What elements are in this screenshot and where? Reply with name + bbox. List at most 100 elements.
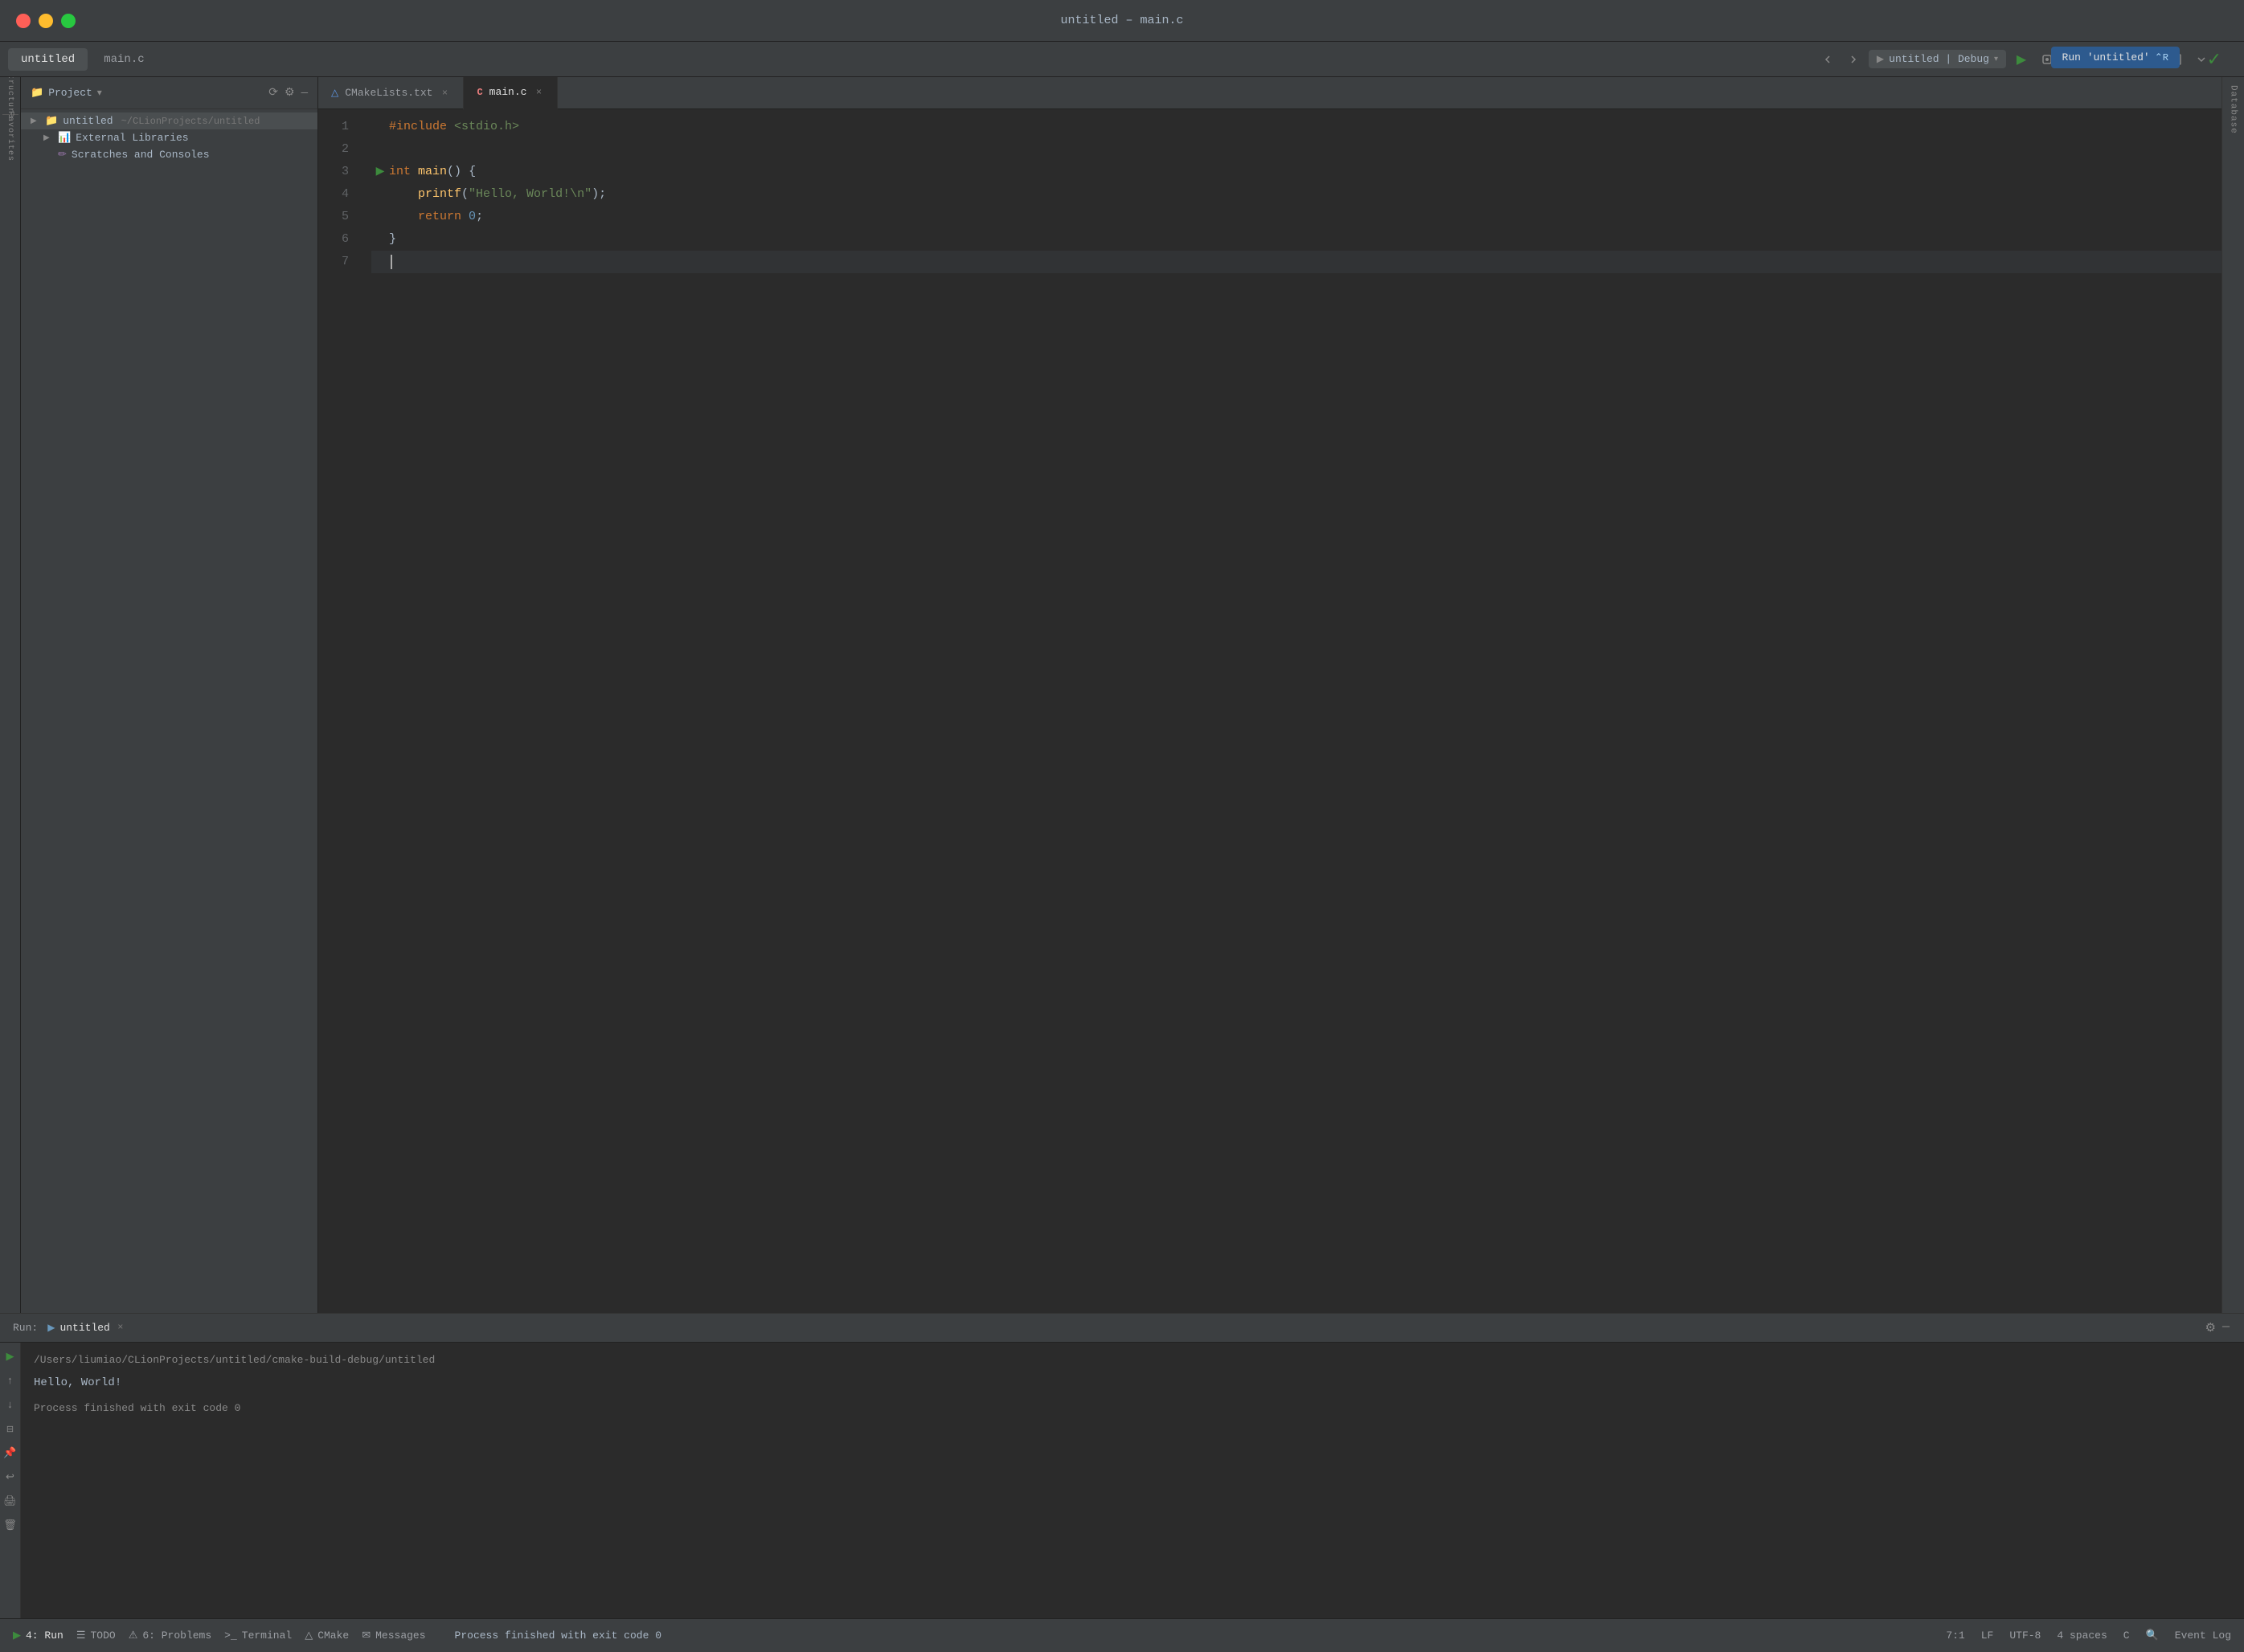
run-status-icon: ▶: [13, 1630, 21, 1642]
tree-libs-label: External Libraries: [76, 132, 188, 144]
tab-cmake[interactable]: △ CMakeLists.txt ×: [318, 77, 464, 109]
navigate-forward-button[interactable]: [1843, 49, 1864, 70]
project-sidebar: 📁 Project ▾ ⟳ ⚙ — ▶ 📁 untitled ~/CLionPr…: [21, 77, 318, 1313]
settings-icon[interactable]: ⚙: [2205, 1320, 2216, 1335]
console-scroll-up-btn[interactable]: ↑: [2, 1373, 18, 1389]
close-button[interactable]: [16, 14, 31, 28]
status-messages-label: Messages: [375, 1630, 425, 1642]
window-title: untitled – main.c: [1060, 14, 1183, 27]
run-shortcut: ⌃R: [2155, 51, 2168, 63]
console-scroll-down-btn[interactable]: ↓: [2, 1397, 18, 1413]
run-config-icon: ▶: [1877, 53, 1884, 65]
run-icon: ▶: [47, 1322, 55, 1334]
minimize-panel-icon[interactable]: —: [2222, 1320, 2230, 1335]
app-tab-mainc[interactable]: main.c: [91, 48, 157, 71]
database-panel: Database: [2221, 77, 2244, 1313]
status-indent[interactable]: 4 spaces: [2057, 1630, 2107, 1642]
expand-arrow-libs-icon: ▶: [43, 133, 53, 143]
console-split-btn[interactable]: ⊟: [2, 1421, 18, 1437]
code-editor[interactable]: 1 2 3 4 5 6 7 #include <stdio.h>: [318, 109, 2221, 1313]
status-cursor[interactable]: 7:1: [1946, 1630, 1964, 1642]
cmake-icon: △: [305, 1630, 313, 1642]
titlebar: untitled – main.c: [0, 0, 2244, 42]
terminal-icon: >_: [224, 1630, 237, 1642]
status-problems[interactable]: ⚠ 6: Problems: [129, 1630, 211, 1642]
run-gutter-3[interactable]: ▶: [371, 161, 389, 183]
run-tab-name: untitled: [59, 1322, 109, 1334]
tab-mainc-close[interactable]: ×: [533, 87, 544, 98]
console-process-msg: Process finished with exit code 0: [34, 1399, 2231, 1418]
status-problems-label: 6: Problems: [142, 1630, 211, 1642]
bottom-right-icons: ⚙ —: [2205, 1320, 2238, 1335]
code-line-1: #include <stdio.h>: [371, 116, 2221, 138]
tab-cmake-close[interactable]: ×: [439, 88, 450, 99]
minimize-button[interactable]: [39, 14, 53, 28]
tab-mainc-label: main.c: [489, 86, 527, 98]
console-clear-btn[interactable]: 🗑: [2, 1518, 18, 1534]
app-tabs: untitled main.c: [0, 48, 166, 71]
run-tab-close[interactable]: ×: [115, 1322, 126, 1333]
expand-arrow-icon: ▶: [31, 117, 40, 126]
status-line-ending[interactable]: LF: [1981, 1630, 1994, 1642]
status-terminal[interactable]: >_ Terminal: [224, 1630, 292, 1642]
chevron-down-icon: ▾: [1994, 55, 1998, 64]
console-print-btn[interactable]: 🖨: [2, 1494, 18, 1510]
status-bar: ▶ 4: Run ☰ TODO ⚠ 6: Problems >_ Termina…: [0, 1618, 2244, 1652]
tab-cmake-label: CMakeLists.txt: [345, 87, 432, 99]
status-todo-label: TODO: [90, 1630, 115, 1642]
status-lang[interactable]: C: [2123, 1630, 2130, 1642]
status-cmake[interactable]: △ CMake: [305, 1630, 349, 1642]
sidebar-actions: ⟳ ⚙ —: [268, 86, 308, 100]
status-run-tab[interactable]: ▶ 4: Run: [13, 1630, 63, 1642]
status-todo[interactable]: ☰ TODO: [76, 1630, 116, 1642]
sidebar-title-label: Project: [48, 87, 92, 99]
status-cmake-label: CMake: [317, 1630, 349, 1642]
status-terminal-label: Terminal: [242, 1630, 292, 1642]
activity-favorites[interactable]: Favorites: [2, 128, 18, 144]
status-messages[interactable]: ✉ Messages: [362, 1630, 425, 1642]
gear-icon[interactable]: ⚙: [285, 86, 295, 100]
code-line-5: return 0;: [371, 206, 2221, 228]
sync-icon[interactable]: ⟳: [268, 86, 278, 100]
tree-item-external-libs[interactable]: ▶ 📊 External Libraries: [21, 129, 317, 146]
run-line-button[interactable]: ▶: [376, 161, 385, 183]
status-right-items: 7:1 LF UTF-8 4 spaces C 🔍 Event Log: [1946, 1630, 2231, 1642]
code-content[interactable]: #include <stdio.h> ▶ int main() {: [358, 109, 2221, 1313]
checkmark-icon: ✓: [2207, 50, 2221, 71]
code-line-7: [371, 251, 2221, 273]
main-layout: Structure Favorites 📁 Project ▾ ⟳ ⚙ — ▶ …: [0, 77, 2244, 1313]
status-encoding[interactable]: UTF-8: [2009, 1630, 2041, 1642]
run-button[interactable]: ▶: [2011, 49, 2032, 70]
status-process-msg: Process finished with exit code 0: [455, 1630, 661, 1642]
run-name-tab[interactable]: ▶ untitled ×: [47, 1322, 126, 1334]
activity-structure[interactable]: Structure: [2, 85, 18, 101]
editor-tabs: △ CMakeLists.txt × C main.c ×: [318, 77, 2221, 109]
console-run-btn[interactable]: ▶: [2, 1349, 18, 1365]
search-icon[interactable]: 🔍: [2146, 1630, 2159, 1642]
navigate-back-button[interactable]: [1817, 49, 1838, 70]
code-line-2: [371, 138, 2221, 161]
app-tabs-row: untitled main.c ▶ untitled | Debug ▾ ▶: [0, 42, 2244, 77]
window-controls[interactable]: [16, 14, 76, 28]
maximize-button[interactable]: [61, 14, 76, 28]
activity-bar: Structure Favorites: [0, 77, 21, 1313]
console-wrap-btn[interactable]: ↩: [2, 1470, 18, 1486]
database-label[interactable]: Database: [2229, 85, 2238, 134]
code-line-4: printf("Hello, World!\n");: [371, 183, 2221, 206]
console-pin-btn[interactable]: 📌: [2, 1446, 18, 1462]
run-untitled-popup[interactable]: Run 'untitled' ⌃R: [2051, 47, 2180, 68]
library-icon: 📊: [58, 132, 71, 144]
project-tree: ▶ 📁 untitled ~/CLionProjects/untitled ▶ …: [21, 109, 317, 166]
status-event-log[interactable]: Event Log: [2175, 1630, 2231, 1642]
todo-icon: ☰: [76, 1630, 86, 1642]
run-config-dropdown[interactable]: ▶ untitled | Debug ▾: [1869, 50, 2006, 68]
project-dropdown-arrow[interactable]: ▾: [97, 87, 102, 99]
run-config-label: untitled | Debug: [1889, 53, 1989, 65]
tab-mainc[interactable]: C main.c ×: [464, 77, 558, 109]
collapse-icon[interactable]: —: [301, 87, 308, 100]
tree-scratches-label: Scratches and Consoles: [72, 149, 210, 161]
messages-icon: ✉: [362, 1630, 371, 1642]
tree-item-project[interactable]: ▶ 📁 untitled ~/CLionProjects/untitled: [21, 112, 317, 129]
app-tab-untitled[interactable]: untitled: [8, 48, 88, 71]
tree-item-scratches[interactable]: ✏ Scratches and Consoles: [21, 146, 317, 163]
